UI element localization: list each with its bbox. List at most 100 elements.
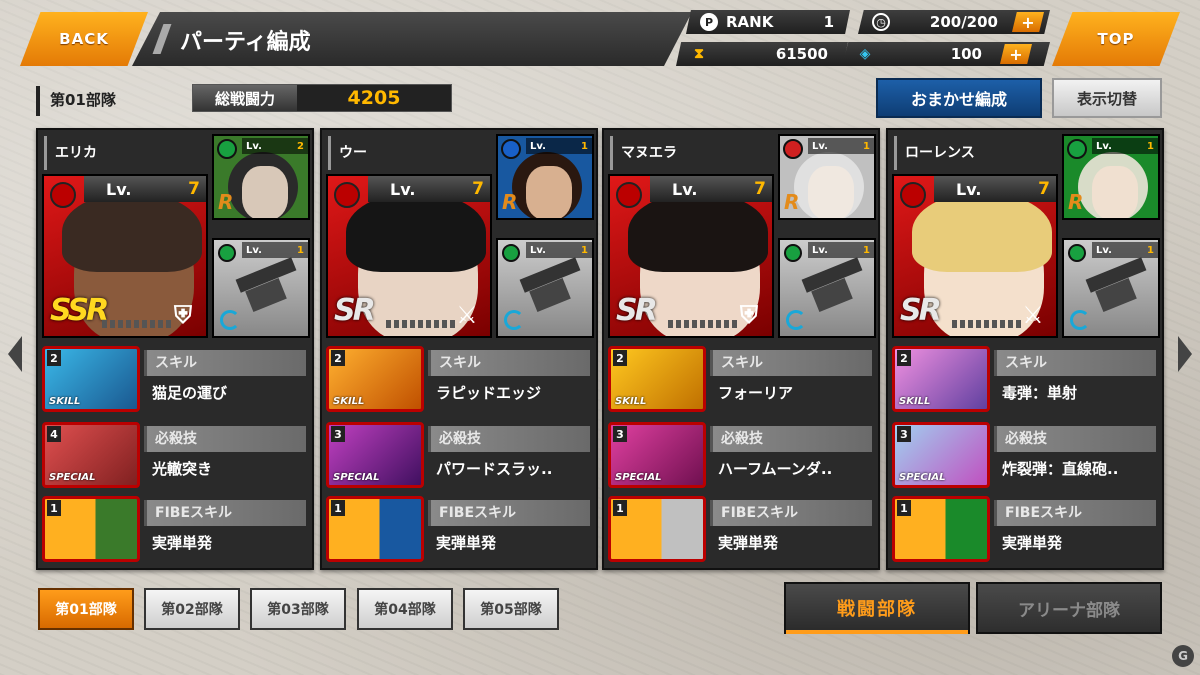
rarity-badge: SR	[616, 293, 658, 328]
support-face	[242, 166, 288, 218]
special-count: 4	[47, 426, 61, 442]
support-character-slot[interactable]: Lv. 1 R	[1062, 134, 1160, 220]
character-name: ローレンス	[894, 136, 1054, 170]
skill-row[interactable]: 2 SKILL スキル フォーリア	[608, 346, 874, 416]
weapon-class-icon	[220, 310, 240, 330]
skill-count: 2	[897, 350, 911, 366]
character-portrait[interactable]: Lv. 7 SR ⛨	[608, 174, 774, 338]
special-count: 3	[613, 426, 627, 442]
special-row[interactable]: 4 SPECIAL 必殺技 光轍突き	[42, 422, 308, 492]
tab-team-05[interactable]: 第05部隊	[463, 588, 559, 630]
weapon-level-value: 1	[581, 244, 588, 256]
rarity-badge: SR	[334, 293, 376, 328]
character-hair	[346, 192, 486, 272]
fibe-icon: 1	[892, 496, 990, 562]
special-row[interactable]: 3 SPECIAL 必殺技 ハーフムーンダ..	[608, 422, 874, 492]
special-tag: SPECIAL	[333, 472, 380, 483]
special-icon: 4 SPECIAL	[42, 422, 140, 488]
team-label: 第01部隊	[36, 86, 116, 116]
fibe-row[interactable]: 1 FIBEスキル 実弾単発	[892, 496, 1158, 566]
skill-label: スキル	[994, 350, 1156, 376]
stamina-plus-button[interactable]: +	[1012, 12, 1044, 32]
gem-plus-button[interactable]: +	[1000, 44, 1032, 64]
fibe-row[interactable]: 1 FIBEスキル 実弾単発	[608, 496, 874, 566]
level-tag: Lv. 7	[650, 176, 772, 202]
character-card[interactable]: マヌエラ Lv. 7 SR ⛨ Lv. 1 R Lv. 1 2 SKILL スキ…	[602, 128, 880, 570]
special-name: ハーフムーンダ..	[718, 460, 833, 478]
gem-icon: ◈	[859, 46, 871, 62]
skill-row[interactable]: 2 SKILL スキル 猫足の運び	[42, 346, 308, 416]
limit-break-bar	[386, 320, 456, 328]
currency-display: ⧗ 61500	[676, 42, 848, 66]
fibe-name: 実弾単発	[436, 534, 497, 552]
character-hair	[62, 192, 202, 272]
currency-value: 61500	[775, 45, 828, 63]
support-element-icon	[501, 139, 521, 159]
fibe-icon: 1	[608, 496, 706, 562]
sword-role-icon: ⚔	[1022, 301, 1044, 329]
fibe-label: FIBEスキル	[994, 500, 1156, 526]
special-tag: SPECIAL	[49, 472, 96, 483]
element-icon	[616, 182, 642, 208]
weapon-slot[interactable]: Lv. 1	[496, 238, 594, 338]
toggle-view-button[interactable]: 表示切替	[1052, 78, 1162, 118]
skill-tag: SKILL	[615, 396, 647, 407]
skill-row[interactable]: 2 SKILL スキル ラピッドエッジ	[326, 346, 592, 416]
weapon-slot[interactable]: Lv. 1	[778, 238, 876, 338]
fibe-count: 1	[47, 500, 61, 516]
level-value: 7	[472, 179, 484, 199]
tab-team-02[interactable]: 第02部隊	[144, 588, 240, 630]
character-card[interactable]: ローレンス Lv. 7 SR ⚔ Lv. 1 R Lv. 1 2 SKILL ス…	[886, 128, 1164, 570]
special-row[interactable]: 3 SPECIAL 必殺技 炸裂弾：直線砲..	[892, 422, 1158, 492]
character-portrait[interactable]: Lv. 7 SSR ⛨	[42, 174, 208, 338]
support-rarity: R	[1068, 190, 1084, 214]
weapon-level-value: 1	[297, 244, 304, 256]
weapon-slot[interactable]: Lv. 1	[1062, 238, 1160, 338]
level-label: Lv.	[390, 179, 416, 199]
fibe-row[interactable]: 1 FIBEスキル 実弾単発	[42, 496, 308, 566]
special-icon: 3 SPECIAL	[608, 422, 706, 488]
special-row[interactable]: 3 SPECIAL 必殺技 パワードスラッ..	[326, 422, 592, 492]
arena-team-tab[interactable]: アリーナ部隊	[976, 582, 1162, 634]
support-level-value: 1	[863, 140, 870, 152]
level-value: 7	[188, 179, 200, 199]
character-portrait[interactable]: Lv. 7 SR ⚔	[326, 174, 492, 338]
weapon-level-value: 1	[863, 244, 870, 256]
tab-team-01[interactable]: 第01部隊	[38, 588, 134, 630]
skill-name: ラピッドエッジ	[436, 384, 542, 402]
weapon-level: Lv. 1	[808, 242, 874, 258]
battle-team-tab[interactable]: 戦闘部隊	[784, 582, 970, 634]
fibe-name: 実弾単発	[152, 534, 213, 552]
weapon-level: Lv. 1	[242, 242, 308, 258]
character-card[interactable]: エリカ Lv. 7 SSR ⛨ Lv. 2 R Lv. 1 2 SKILL スキ…	[36, 128, 314, 570]
character-portrait[interactable]: Lv. 7 SR ⚔	[892, 174, 1058, 338]
auto-formation-button[interactable]: おまかせ編成	[876, 78, 1042, 118]
special-label: 必殺技	[428, 426, 590, 452]
special-label: 必殺技	[710, 426, 872, 452]
element-icon	[900, 182, 926, 208]
skill-icon: 2 SKILL	[892, 346, 990, 412]
weapon-element-icon	[218, 244, 236, 262]
top-button[interactable]: TOP	[1052, 12, 1180, 66]
title-bar: パーティ編成	[132, 12, 692, 66]
level-tag: Lv. 7	[934, 176, 1056, 202]
level-label: Lv.	[956, 179, 982, 199]
weapon-level-value: 1	[1147, 244, 1154, 256]
support-face	[1092, 166, 1138, 218]
prev-arrow-icon[interactable]	[8, 336, 22, 372]
back-button[interactable]: BACK	[20, 12, 148, 66]
next-arrow-icon[interactable]	[1178, 336, 1192, 372]
weapon-slot[interactable]: Lv. 1	[212, 238, 310, 338]
fibe-row[interactable]: 1 FIBEスキル 実弾単発	[326, 496, 592, 566]
skill-count: 2	[613, 350, 627, 366]
tab-team-04[interactable]: 第04部隊	[357, 588, 453, 630]
support-character-slot[interactable]: Lv. 2 R	[212, 134, 310, 220]
tab-team-03[interactable]: 第03部隊	[250, 588, 346, 630]
support-character-slot[interactable]: Lv. 1 R	[778, 134, 876, 220]
watermark-logo: G	[1172, 645, 1194, 667]
skill-label: スキル	[428, 350, 590, 376]
support-character-slot[interactable]: Lv. 1 R	[496, 134, 594, 220]
special-tag: SPECIAL	[899, 472, 946, 483]
character-card[interactable]: ウー Lv. 7 SR ⚔ Lv. 1 R Lv. 1 2 SKILL スキル …	[320, 128, 598, 570]
skill-row[interactable]: 2 SKILL スキル 毒弾：単射	[892, 346, 1158, 416]
